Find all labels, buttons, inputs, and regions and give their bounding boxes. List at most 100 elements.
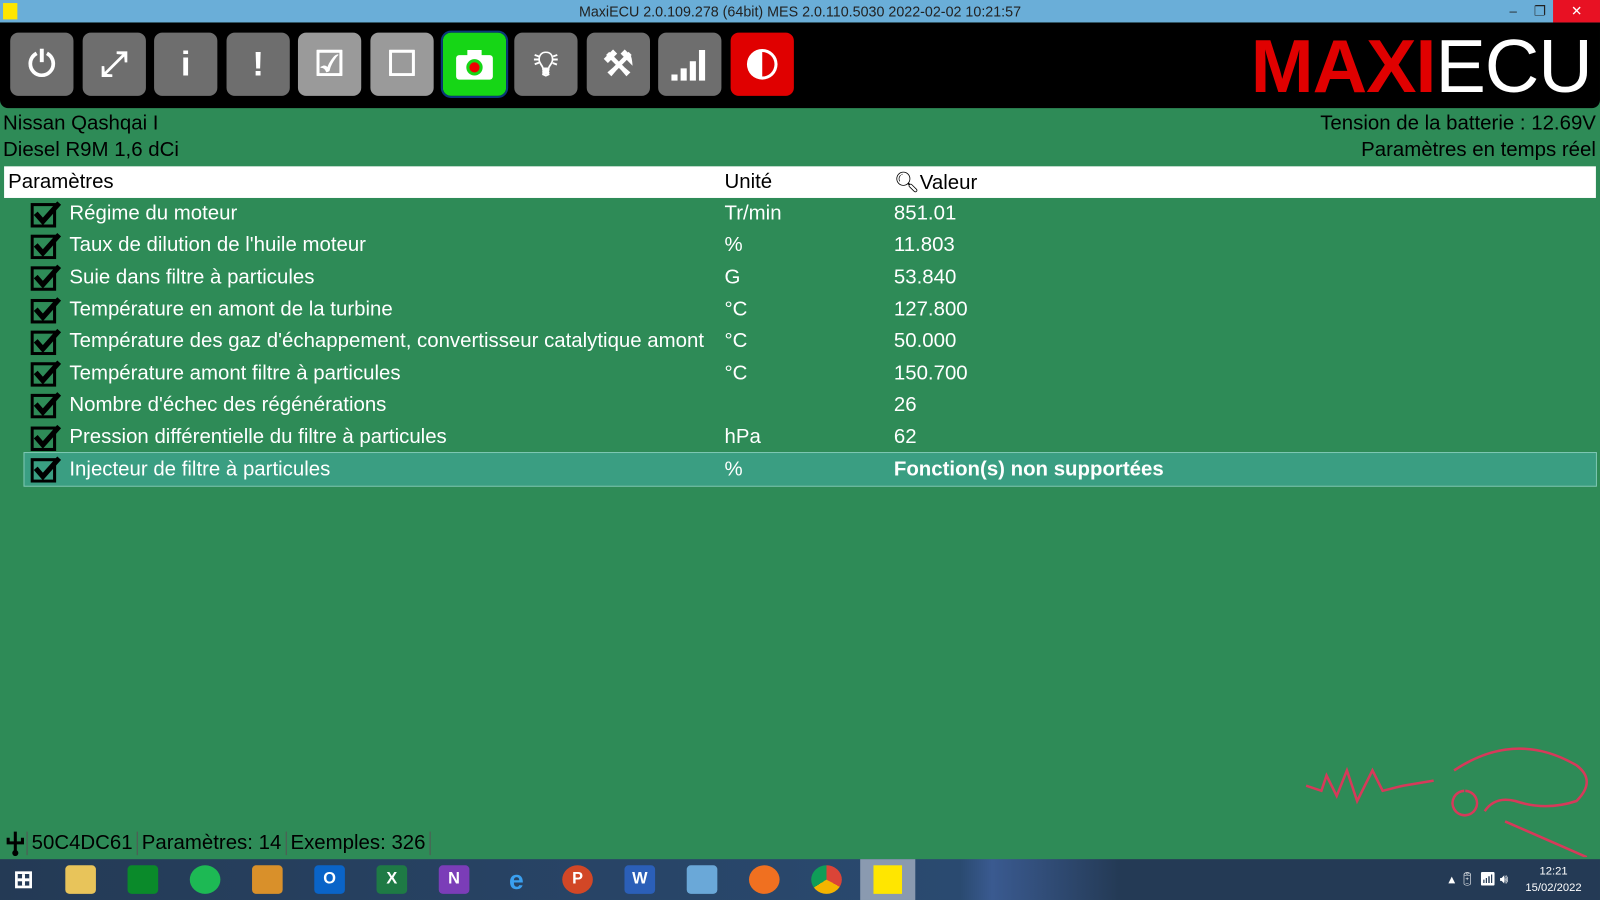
param-name: Régime du moteur	[69, 202, 238, 225]
param-unit: °C	[724, 361, 748, 385]
table-row[interactable]: Température en amont de la turbine °C 127.…	[4, 294, 1596, 326]
store-icon[interactable]	[127, 865, 159, 894]
info-button[interactable]: i	[154, 32, 218, 96]
header-parameters[interactable]: Paramètres	[4, 170, 720, 193]
excel-icon[interactable]: X	[376, 865, 408, 894]
checkbox-checked-icon[interactable]	[30, 200, 62, 228]
param-name: Température en amont de la turbine	[69, 297, 393, 321]
checkbox-checked-icon[interactable]	[30, 264, 62, 292]
table-header: Paramètres Unité 🔍︎Valeur	[4, 166, 1596, 198]
fullscreen-icon: ⤢	[100, 44, 129, 84]
param-value: 11.803	[893, 234, 955, 257]
uncheck-all-button[interactable]: ☐	[370, 32, 434, 96]
chrome-icon[interactable]	[811, 865, 842, 894]
taskbar: ⊞ O X N e P W ▴ 🔋︎ 📶︎ 🔊︎ 12:21 15/02/2022	[0, 859, 1600, 900]
header-value-label: Valeur	[919, 171, 978, 194]
restore-button[interactable]: ❐	[1527, 0, 1554, 22]
power-icon: ⏻	[28, 44, 56, 84]
tools-icon: ⚒	[602, 44, 634, 84]
uncheck-all-icon: ☐	[386, 44, 418, 84]
table-row[interactable]: Nombre d'échec des régénérations 26	[4, 390, 1596, 422]
param-value: 26	[893, 393, 917, 417]
window-title: MaxiECU 2.0.109.278 (64bit) MES 2.0.110.…	[578, 3, 1022, 20]
minimize-button[interactable]: –	[1500, 0, 1527, 22]
alert-icon: !	[252, 44, 264, 84]
checkbox-checked-icon[interactable]	[30, 424, 62, 451]
power-button[interactable]: ⏻	[10, 32, 74, 96]
start-button[interactable]: ⊞	[8, 865, 39, 894]
tools-button[interactable]: ⚒	[586, 32, 650, 96]
table-row[interactable]: Température amont filtre à particules °C 1…	[4, 358, 1596, 390]
params-count: Paramètres: 14	[136, 831, 286, 855]
table-row[interactable]: Injecteur de filtre à particules% Fonctio…	[23, 452, 1597, 487]
tray-icons[interactable]: ▴ 🔋︎ 📶︎ 🔊︎	[1448, 871, 1508, 887]
check-all-icon: ☑	[314, 44, 346, 84]
param-name: Température des gaz d'échappement, conve…	[69, 329, 705, 353]
checkbox-checked-icon[interactable]	[30, 232, 62, 260]
maxiecu-taskbar-icon[interactable]	[860, 859, 916, 900]
header-value[interactable]: 🔍︎Valeur	[890, 169, 1596, 195]
table-row[interactable]: Taux de dilution de l'huile moteur% 11.80…	[4, 230, 1596, 262]
contrast-icon	[746, 48, 778, 80]
clock-time: 12:21	[1539, 865, 1568, 878]
param-value: 62	[893, 425, 917, 449]
checkbox-checked-icon[interactable]	[30, 296, 62, 323]
onenote-icon[interactable]: N	[438, 865, 470, 894]
spotify-icon[interactable]	[189, 865, 221, 894]
param-value: 150.700	[893, 361, 968, 385]
status-bar: 50C4DC61 Paramètres: 14 Exemples: 326	[4, 827, 431, 860]
file-explorer-icon[interactable]	[65, 865, 96, 894]
clock[interactable]: 12:21 15/02/2022	[1525, 863, 1581, 896]
word-icon[interactable]: W	[624, 865, 656, 894]
zoom-icon: 🔍︎	[893, 171, 920, 194]
table-row[interactable]: Pression différentielle du filtre à part…	[4, 422, 1596, 454]
param-unit: %	[724, 457, 743, 481]
ie-icon[interactable]: e	[501, 864, 532, 895]
notes-icon[interactable]	[252, 865, 283, 894]
control-panel-icon[interactable]	[686, 865, 718, 894]
param-unit: Tr/min	[724, 202, 782, 225]
record-button[interactable]	[440, 30, 509, 98]
param-value: 53.840	[893, 266, 957, 289]
signal-icon	[671, 49, 706, 81]
param-unit: %	[724, 234, 743, 257]
contrast-button[interactable]	[730, 32, 794, 96]
alert-button[interactable]: !	[226, 32, 290, 96]
checkbox-checked-icon[interactable]	[30, 392, 62, 419]
header-unit[interactable]: Unité	[720, 170, 889, 193]
checkbox-checked-icon[interactable]	[30, 328, 62, 355]
signal-button[interactable]	[658, 32, 722, 96]
mode-label: Paramètres en temps réel	[1361, 138, 1596, 162]
info-icon: i	[180, 44, 191, 84]
param-unit: °C	[724, 297, 748, 321]
powerpoint-icon[interactable]: P	[562, 865, 593, 894]
checkbox-checked-icon[interactable]	[30, 456, 62, 483]
param-unit: hPa	[724, 425, 761, 449]
logo-text-a: MAXI	[1250, 23, 1437, 109]
check-all-button[interactable]: ☑	[297, 32, 362, 96]
toolbar: ⏻ ⤢ i ! ☑ ☐ 💡︎ ⚒ MAXIECU	[0, 22, 1600, 109]
table-row[interactable]: Température des gaz d'échappement, conve…	[4, 326, 1596, 358]
outlook-icon[interactable]: O	[314, 865, 345, 894]
vehicle-model: Nissan Qashqai I	[3, 112, 159, 135]
vehicle-engine: Diesel R9M 1,6 dCi	[3, 138, 179, 162]
checkbox-checked-icon[interactable]	[30, 360, 62, 387]
close-button[interactable]: ✕	[1553, 0, 1600, 23]
param-name: Injecteur de filtre à particules	[69, 457, 331, 481]
firefox-icon[interactable]	[748, 865, 780, 894]
param-unit: G	[724, 266, 741, 289]
param-value: 851.01	[893, 202, 957, 225]
car-watermark	[1305, 747, 1588, 858]
table-row[interactable]: Suie dans filtre à particules G 53.840	[4, 262, 1596, 294]
param-name: Nombre d'échec des régénérations	[69, 393, 387, 417]
param-name: Suie dans filtre à particules	[69, 266, 315, 289]
param-name: Température amont filtre à particules	[69, 361, 401, 385]
clock-date: 15/02/2022	[1525, 881, 1582, 894]
samples-count: Exemples: 326	[285, 831, 431, 855]
table-row[interactable]: Régime du moteur Tr/min 851.01	[4, 198, 1596, 230]
param-unit: °C	[724, 329, 748, 353]
bulb-button[interactable]: 💡︎	[514, 32, 578, 96]
app-icon	[3, 3, 18, 20]
fullscreen-button[interactable]: ⤢	[82, 32, 146, 96]
param-value: 127.800	[893, 297, 968, 321]
